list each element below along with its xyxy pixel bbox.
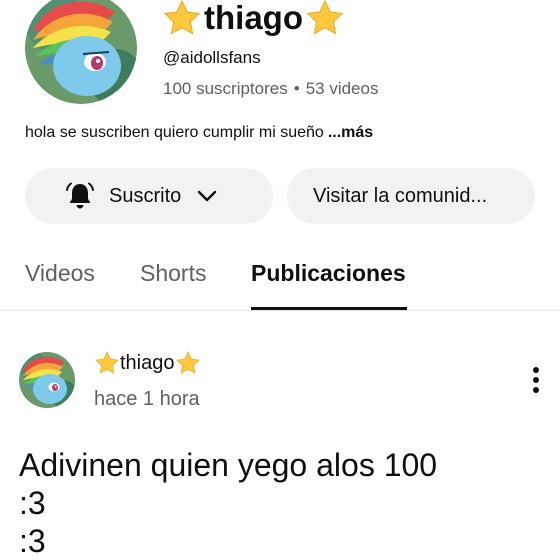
post-author-avatar[interactable] [19, 352, 75, 408]
video-count: 53 videos [305, 79, 379, 98]
description-text: hola se suscriben quiero cumplir mi sueñ… [25, 124, 324, 141]
post-timestamp: hace 1 hora [94, 388, 200, 410]
channel-stats: 100 suscriptores • 53 videos [163, 79, 378, 99]
post-author[interactable]: thiago [94, 348, 201, 378]
subscriber-count: 100 suscriptores [163, 79, 288, 98]
visit-community-label: Visitar la comunid... [313, 184, 488, 207]
chevron-down-icon [198, 190, 217, 202]
channel-description[interactable]: hola se suscriben quiero cumplir mi sueñ… [25, 124, 373, 142]
tab-videos[interactable]: Videos [25, 260, 95, 287]
subscribed-button[interactable]: Suscrito [25, 168, 273, 224]
channel-tabs: Videos Shorts Publicaciones [0, 248, 560, 311]
bell-icon [66, 182, 94, 209]
post-line: Adivinen quien yego alos 100 [19, 447, 438, 483]
active-tab-indicator [251, 307, 407, 310]
star-icon [306, 0, 344, 35]
subscribed-label: Suscrito [109, 184, 182, 207]
channel-avatar[interactable] [25, 0, 137, 104]
visit-community-button[interactable]: Visitar la comunid... [287, 168, 535, 224]
star-icon [163, 0, 201, 35]
channel-name: thiago [162, 0, 345, 40]
post-author-name: thiago [120, 351, 175, 374]
star-icon [95, 351, 119, 374]
post-line: :3 [19, 523, 46, 559]
channel-name-text: thiago [204, 0, 303, 36]
stats-separator: • [293, 79, 300, 98]
star-icon [175, 351, 200, 374]
channel-handle: @aidollsfans [163, 48, 261, 67]
post-line: :3 [19, 485, 46, 521]
post-body: Adivinen quien yego alos 100 :3 :3 [19, 446, 549, 560]
more-link[interactable]: ...más [328, 124, 373, 141]
more-vert-icon[interactable] [526, 366, 546, 394]
tab-publicaciones[interactable]: Publicaciones [251, 260, 406, 287]
tab-shorts[interactable]: Shorts [140, 260, 206, 287]
